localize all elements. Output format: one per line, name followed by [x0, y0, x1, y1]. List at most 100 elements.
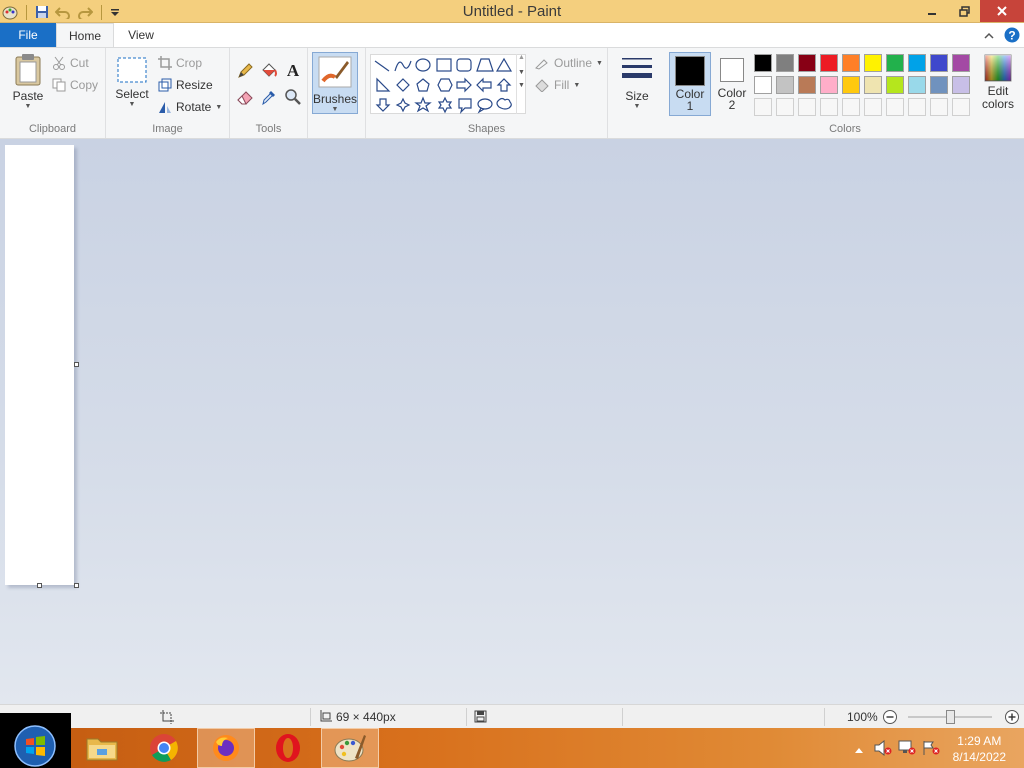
oval-callout-shape-icon	[477, 98, 493, 114]
custom-color-slot[interactable]	[842, 98, 860, 116]
start-button[interactable]	[0, 713, 71, 768]
palette-swatch[interactable]	[952, 76, 970, 94]
drawing-canvas[interactable]	[5, 145, 74, 585]
color1-number: 1	[686, 99, 694, 113]
canvas-resize-handle-bottom[interactable]	[37, 583, 42, 588]
palette-swatch[interactable]	[864, 54, 882, 72]
edit-colors-button[interactable]: Edit colors	[978, 54, 1018, 111]
taskbar-paint[interactable]	[321, 728, 379, 768]
resize-icon	[158, 78, 172, 92]
crop-button[interactable]: Crop	[158, 56, 202, 70]
color1-button[interactable]: Color 1	[669, 52, 711, 116]
fill-button[interactable]: Fill ▼	[534, 78, 580, 92]
rotate-label: Rotate	[176, 100, 212, 114]
tab-view[interactable]: View	[116, 23, 166, 47]
taskbar-clock[interactable]: 1:29 AM 8/14/2022	[953, 733, 1006, 765]
triangle-shape-icon	[495, 57, 513, 72]
palette-swatch[interactable]	[930, 54, 948, 72]
opera-icon	[276, 734, 300, 762]
palette-swatch[interactable]	[820, 54, 838, 72]
custom-color-slot[interactable]	[908, 98, 926, 116]
brush-icon	[318, 56, 352, 88]
color2-swatch	[720, 58, 744, 82]
custom-color-slot[interactable]	[754, 98, 772, 116]
fill-icon	[535, 79, 549, 92]
canvas-resize-handle-corner[interactable]	[74, 583, 79, 588]
restore-button[interactable]	[948, 0, 980, 22]
palette-swatch[interactable]	[820, 76, 838, 94]
custom-color-slot[interactable]	[776, 98, 794, 116]
copy-label: Copy	[70, 78, 99, 92]
brushes-group: Brushes ▼	[308, 48, 366, 138]
volume-muted-icon[interactable]	[874, 739, 892, 759]
palette-swatch[interactable]	[842, 54, 860, 72]
taskbar-file-explorer[interactable]	[73, 728, 131, 768]
taskbar-chrome[interactable]	[135, 728, 193, 768]
magnifier-icon[interactable]	[284, 88, 302, 109]
taskbar-opera[interactable]	[259, 728, 317, 768]
taskbar-firefox[interactable]	[197, 728, 255, 768]
tab-file[interactable]: File	[0, 23, 56, 47]
copy-button[interactable]: Copy	[52, 78, 98, 92]
palette-swatch[interactable]	[776, 76, 794, 94]
paste-button[interactable]: Paste ▼	[8, 54, 48, 110]
diamond-shape-icon	[396, 78, 410, 92]
zoom-slider-thumb[interactable]	[946, 710, 955, 724]
custom-color-slot[interactable]	[820, 98, 838, 116]
custom-color-slot[interactable]	[798, 98, 816, 116]
zoom-out-button[interactable]	[882, 709, 898, 728]
shapes-scrollbar[interactable]: ▲ ▼ ▼	[516, 54, 526, 114]
color2-button[interactable]: Color 2	[713, 52, 751, 116]
six-point-star-shape-icon	[437, 96, 453, 114]
brushes-button[interactable]: Brushes ▼	[312, 52, 358, 114]
custom-color-slot[interactable]	[930, 98, 948, 116]
crop-label: Crop	[176, 56, 203, 70]
edit-colors-icon	[984, 54, 1012, 82]
custom-color-slot[interactable]	[952, 98, 970, 116]
custom-color-slot[interactable]	[886, 98, 904, 116]
close-button[interactable]	[980, 0, 1024, 22]
taskbar: 1:29 AM 8/14/2022	[0, 713, 1024, 768]
tools-group: A Tools	[230, 48, 308, 138]
palette-swatch[interactable]	[754, 54, 772, 72]
status-bar: 69 × 440px 100%	[0, 704, 1024, 728]
palette-swatch[interactable]	[886, 54, 904, 72]
network-disconnected-icon[interactable]	[898, 740, 916, 759]
palette-swatch[interactable]	[798, 76, 816, 94]
text-tool-icon[interactable]: A	[284, 60, 302, 83]
fill-bucket-icon[interactable]	[260, 62, 278, 83]
tab-home[interactable]: Home	[56, 23, 114, 47]
palette-swatch[interactable]	[842, 76, 860, 94]
outline-button[interactable]: Outline ▼	[534, 56, 603, 70]
resize-button[interactable]: Resize	[158, 78, 213, 92]
canvas-workspace[interactable]	[0, 139, 1024, 704]
pencil-icon[interactable]	[236, 62, 254, 83]
palette-swatch[interactable]	[908, 54, 926, 72]
show-hidden-icons-icon[interactable]	[854, 743, 864, 757]
color1-swatch	[675, 56, 705, 86]
zoom-in-button[interactable]	[1004, 709, 1020, 728]
palette-swatch[interactable]	[754, 76, 772, 94]
rotate-button[interactable]: Rotate ▼	[158, 100, 222, 114]
palette-swatch[interactable]	[952, 54, 970, 72]
eraser-icon[interactable]	[236, 88, 254, 109]
custom-color-slot[interactable]	[864, 98, 882, 116]
ribbon: Paste ▼ Cut Copy Clipboard Select ▼ Crop…	[0, 47, 1024, 139]
color-picker-icon[interactable]	[260, 88, 278, 109]
action-center-alert-icon[interactable]	[922, 740, 940, 759]
cut-button[interactable]: Cut	[52, 56, 89, 70]
help-icon[interactable]: ?	[1004, 27, 1020, 43]
palette-swatch[interactable]	[908, 76, 926, 94]
size-button[interactable]: Size ▼	[618, 54, 656, 110]
palette-swatch[interactable]	[776, 54, 794, 72]
palette-swatch[interactable]	[864, 76, 882, 94]
svg-text:A: A	[287, 61, 300, 80]
canvas-resize-handle-right[interactable]	[74, 362, 79, 367]
collapse-ribbon-icon[interactable]	[984, 29, 994, 43]
cut-label: Cut	[70, 56, 89, 70]
palette-swatch[interactable]	[930, 76, 948, 94]
palette-swatch[interactable]	[886, 76, 904, 94]
select-button[interactable]: Select ▼	[114, 56, 150, 108]
palette-swatch[interactable]	[798, 54, 816, 72]
minimize-button[interactable]	[916, 0, 948, 22]
